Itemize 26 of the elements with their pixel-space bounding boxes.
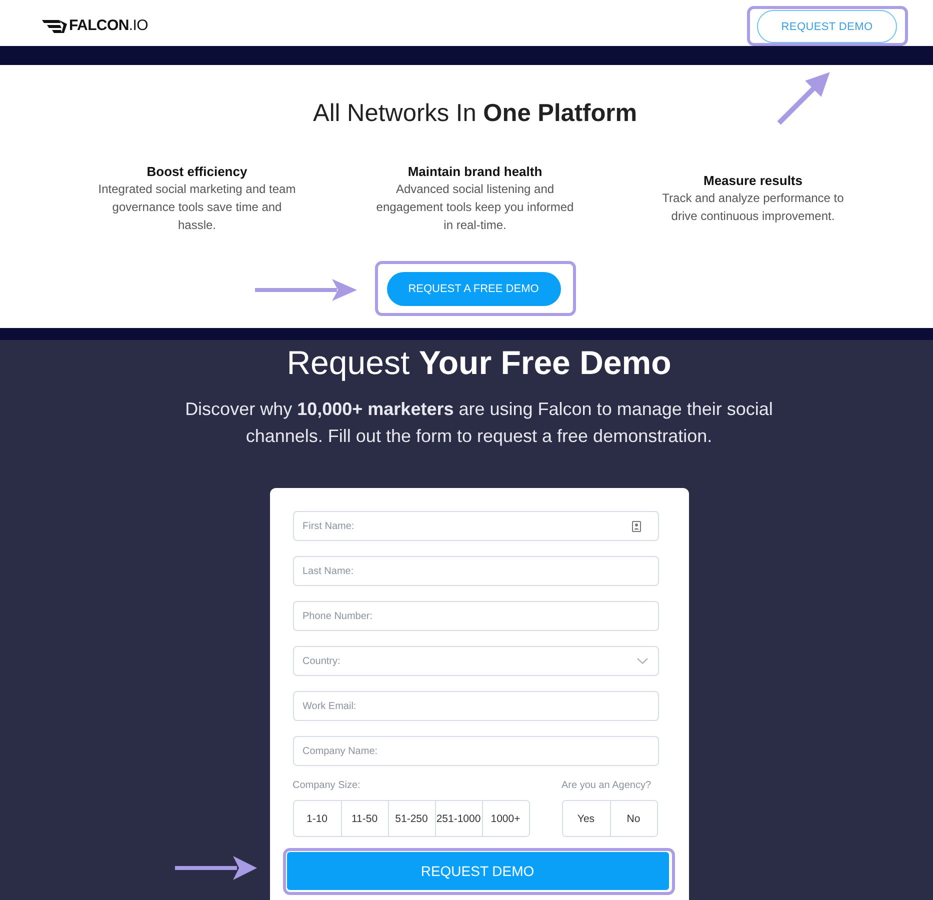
- agency-option[interactable]: No: [610, 801, 656, 836]
- demo-heading: Request Your Free Demo: [286, 343, 672, 383]
- company-size-label: Company Size:: [292, 780, 362, 792]
- input-field[interactable]: Phone Number:: [292, 601, 658, 631]
- size-option[interactable]: 1000+: [482, 801, 528, 836]
- wing-logo-icon: [42, 20, 67, 32]
- size-option[interactable]: 251-1000: [434, 801, 482, 836]
- input-field[interactable]: Company Name:: [292, 736, 658, 766]
- section-heading: All Networks In One Platform: [312, 99, 638, 129]
- chevron-down-icon: [636, 658, 648, 664]
- contact-card-icon[interactable]: [632, 521, 640, 532]
- feature-description: Integrated social marketing and team governance tools save time and hassle.: [97, 181, 297, 234]
- arrow-icon: [255, 279, 357, 301]
- feature-description: Advanced social listening and engagement tools keep you informed in real-time.: [375, 181, 575, 234]
- feature-title: Maintain brand health: [408, 163, 542, 180]
- feature-title: Boost efficiency: [146, 163, 248, 180]
- feature-title: Measure results: [704, 172, 802, 189]
- input-field[interactable]: First Name:: [292, 511, 658, 541]
- arrow-icon: [776, 72, 830, 126]
- input-field[interactable]: Work Email:: [292, 691, 658, 721]
- agency-label: Are you an Agency?: [562, 780, 652, 792]
- arrow-icon: [175, 856, 257, 880]
- input-field[interactable]: Last Name:: [292, 556, 658, 586]
- logo-text[interactable]: FALCON.IO: [69, 18, 148, 34]
- intro-text: Discover why 10,000+ marketers are using Falcon to manage their social channels. Fill out the form to request a free demonstration.: [184, 398, 774, 448]
- feature-description: Track and analyze performance to drive continuous improvement.: [661, 190, 845, 225]
